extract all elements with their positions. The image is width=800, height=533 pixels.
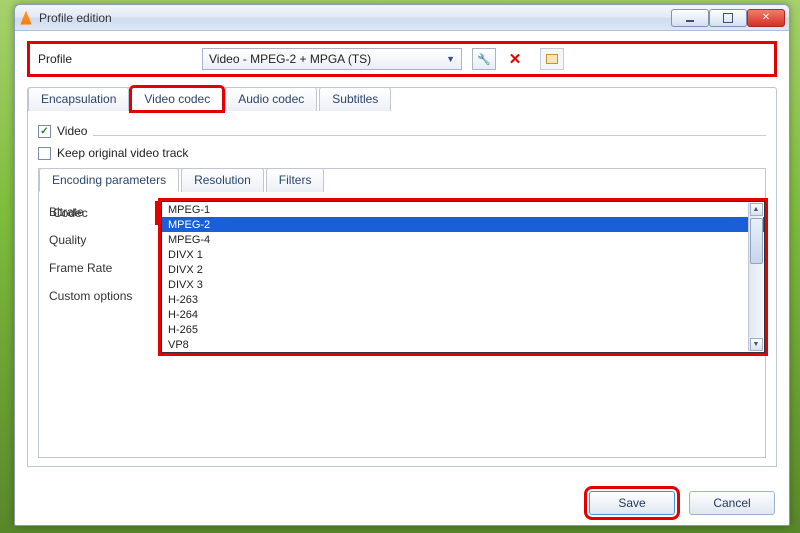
tab-encapsulation[interactable]: Encapsulation (28, 87, 129, 111)
tab-video-codec[interactable]: Video codec (131, 87, 223, 111)
tab-audio-codec[interactable]: Audio codec (225, 87, 317, 111)
codec-tabs-container: Encapsulation Video codec Audio codec Su… (27, 87, 777, 467)
subtab-filters[interactable]: Filters (266, 168, 325, 192)
profile-selected: Video - MPEG-2 + MPGA (TS) (209, 52, 371, 66)
profile-label: Profile (36, 52, 72, 66)
codec-option[interactable]: H-264 (162, 307, 764, 322)
edit-profile-button[interactable]: 🔧 (472, 48, 496, 70)
encoding-subtabs: Encoding parameters Resolution Filters C… (38, 168, 766, 458)
quality-label: Quality (49, 233, 132, 247)
codec-option[interactable]: H-263 (162, 292, 764, 307)
cancel-button[interactable]: Cancel (689, 491, 775, 515)
bitrate-label: Bitrate (49, 205, 132, 219)
scroll-up-button[interactable]: ▲ (750, 203, 763, 216)
subtab-encoding[interactable]: Encoding parameters (39, 168, 179, 192)
keep-original-checkbox[interactable] (38, 147, 51, 160)
codec-option[interactable]: DIVX 2 (162, 262, 764, 277)
profile-edition-window: Profile edition Profile Video - MPEG-2 +… (14, 4, 790, 526)
codec-option[interactable]: VP8 (162, 337, 764, 352)
new-profile-icon (546, 54, 558, 64)
profile-combobox[interactable]: Video - MPEG-2 + MPGA (TS) ▼ (202, 48, 462, 70)
codec-option[interactable]: DIVX 1 (162, 247, 764, 262)
dropdown-scrollbar[interactable]: ▲ ▼ (748, 203, 763, 351)
codec-option[interactable]: MPEG-2 (162, 217, 764, 232)
keep-original-label: Keep original video track (57, 146, 188, 160)
codec-dropdown-list[interactable]: MPEG-1MPEG-2MPEG-4DIVX 1DIVX 2DIVX 3H-26… (161, 201, 765, 353)
titlebar: Profile edition (15, 5, 789, 31)
codec-option[interactable]: MPEG-4 (162, 232, 764, 247)
vlc-icon (19, 11, 33, 25)
scroll-thumb[interactable] (750, 218, 763, 264)
codec-option[interactable]: MPEG-1 (162, 202, 764, 217)
video-checkbox-label: Video (57, 124, 87, 138)
codec-option[interactable]: H-265 (162, 322, 764, 337)
frame-rate-label: Frame Rate (49, 261, 132, 275)
codec-option[interactable]: DIVX 3 (162, 277, 764, 292)
video-checkbox[interactable] (38, 125, 51, 138)
minimize-button[interactable] (671, 9, 709, 27)
delete-profile-button[interactable]: ✕ (506, 50, 524, 68)
scroll-down-button[interactable]: ▼ (750, 338, 763, 351)
subtab-resolution[interactable]: Resolution (181, 168, 264, 192)
maximize-button[interactable] (709, 9, 747, 27)
close-button[interactable] (747, 9, 785, 27)
new-profile-button[interactable] (540, 48, 564, 70)
wrench-icon: 🔧 (477, 53, 491, 66)
chevron-down-icon: ▼ (446, 54, 455, 64)
window-title: Profile edition (39, 11, 112, 25)
save-button[interactable]: Save (589, 491, 675, 515)
field-labels: Bitrate Quality Frame Rate Custom option… (49, 205, 132, 303)
profile-row: Profile Video - MPEG-2 + MPGA (TS) ▼ 🔧 ✕ (27, 41, 777, 77)
video-codec-panel: Video Keep original video track Encoding… (28, 112, 776, 466)
custom-options-label: Custom options (49, 289, 132, 303)
tab-subtitles[interactable]: Subtitles (319, 87, 391, 111)
